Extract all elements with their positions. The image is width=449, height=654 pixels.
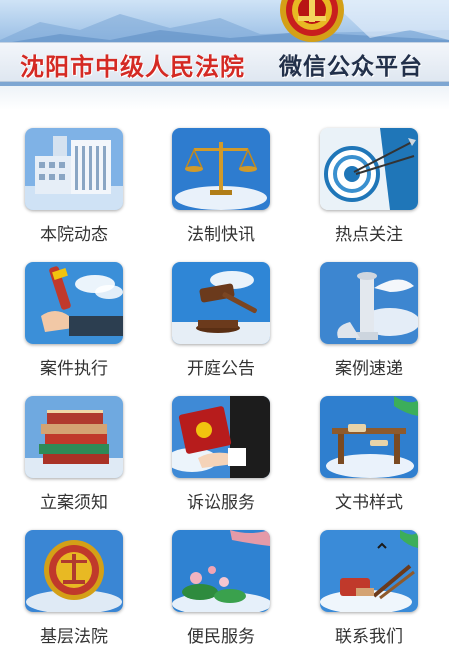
court-building-icon (25, 128, 123, 210)
desk-inkstone-icon (320, 530, 418, 612)
banner-fade (0, 86, 449, 110)
menu-item-label: 诉讼服务 (187, 493, 255, 513)
hand-holding-gavel-icon (25, 262, 123, 344)
menu-item-case-express[interactable]: 案例速递 (309, 262, 429, 386)
menu-item-label: 案件执行 (40, 359, 108, 379)
target-darts-icon (320, 128, 418, 210)
platform-name: 微信公众平台 (279, 54, 423, 80)
menu-item-public-service[interactable]: 便民服务 (161, 530, 281, 654)
handshake-certificate-icon (172, 396, 270, 478)
menu-item-label: 基层法院 (40, 627, 108, 647)
menu-item-label: 热点关注 (335, 225, 403, 245)
menu-item-hearing-notice[interactable]: 开庭公告 (161, 262, 281, 386)
menu-item-label: 案例速递 (335, 359, 403, 379)
scales-of-justice-icon (172, 128, 270, 210)
menu-item-court-news[interactable]: 本院动态 (14, 128, 134, 252)
menu-item-hot-topics[interactable]: 热点关注 (309, 128, 429, 252)
book-stack-icon (25, 396, 123, 478)
menu-item-contact-us[interactable]: 联系我们 (309, 530, 429, 654)
menu-item-label: 文书样式 (335, 493, 403, 513)
scroll-gate-icon (320, 396, 418, 478)
court-emblem-icon (280, 0, 344, 42)
lotus-pond-icon (172, 530, 270, 612)
menu-item-label: 法制快讯 (187, 225, 255, 245)
menu-item-litigation-service[interactable]: 诉讼服务 (161, 396, 281, 520)
menu-item-label: 便民服务 (187, 627, 255, 647)
court-emblem-icon (25, 530, 123, 612)
menu-item-case-enforcement[interactable]: 案件执行 (14, 262, 134, 386)
huabiao-pillar-icon (320, 262, 418, 344)
menu-item-legal-news[interactable]: 法制快讯 (161, 128, 281, 252)
menu-item-label: 立案须知 (40, 493, 108, 513)
gavel-icon (172, 262, 270, 344)
header-banner: 沈阳市中级人民法院 微信公众平台 (0, 0, 449, 86)
menu-item-filing-guide[interactable]: 立案须知 (14, 396, 134, 520)
menu-item-label: 开庭公告 (187, 359, 255, 379)
menu-item-label: 本院动态 (40, 225, 108, 245)
court-name: 沈阳市中级人民法院 (20, 53, 245, 81)
menu-item-document-templates[interactable]: 文书样式 (309, 396, 429, 520)
menu-item-grassroots-courts[interactable]: 基层法院 (14, 530, 134, 654)
menu-item-label: 联系我们 (335, 627, 403, 647)
